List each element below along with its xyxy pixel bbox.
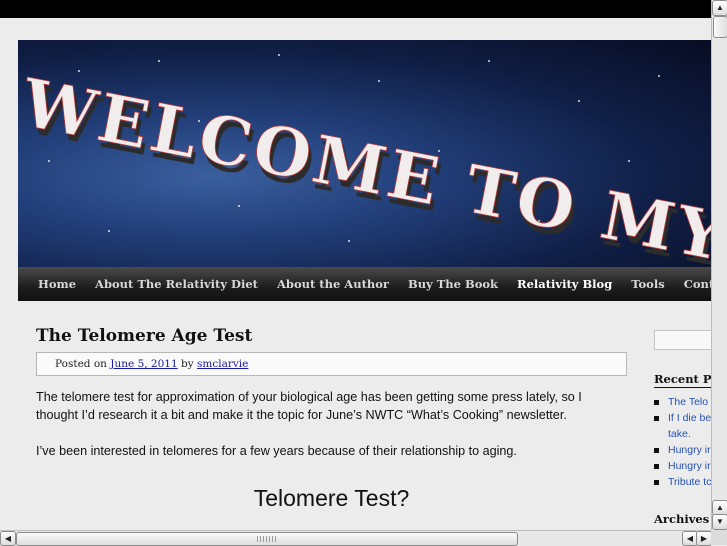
- horizontal-scroll-thumb[interactable]: [16, 532, 518, 546]
- nav-contact[interactable]: Contact: [684, 277, 711, 291]
- archives-heading: Archives: [654, 512, 710, 526]
- nav-about-author[interactable]: About the Author: [277, 277, 389, 291]
- welcome-banner-text: WELCOME TO MY W WELCOME TO MY W: [18, 63, 711, 267]
- top-black-bar: [0, 0, 711, 18]
- meta-prefix: Posted on: [55, 358, 107, 370]
- horizontal-scrollbar[interactable]: ◀ ◀ ▶: [0, 530, 712, 546]
- recent-posts-list: The Telo If I die be take. Hungry ir Hung…: [654, 394, 711, 490]
- post-paragraph-2: I’ve been interested in telomeres for a …: [36, 444, 517, 458]
- grip-icon: [257, 536, 277, 542]
- main-navigation: Home About The Relativity Diet About the…: [18, 267, 711, 301]
- nav-about-relativity-diet[interactable]: About The Relativity Diet: [95, 277, 258, 291]
- nav-home[interactable]: Home: [38, 277, 76, 291]
- nav-tools[interactable]: Tools: [631, 277, 664, 291]
- recent-post-link[interactable]: If I die be take.: [654, 410, 711, 442]
- scroll-right-icon[interactable]: ▶: [696, 531, 712, 546]
- meta-by: by: [181, 358, 194, 370]
- recent-post-link[interactable]: Hungry ir: [654, 458, 711, 474]
- post-section-heading: Telomere Test?: [253, 485, 410, 511]
- recent-post-link[interactable]: Hungry ir: [654, 442, 711, 458]
- post-paragraph-1: The telomere test for approximation of y…: [36, 390, 582, 422]
- scroll-down-icon[interactable]: ▼: [712, 514, 727, 530]
- header-banner: WELCOME TO MY W WELCOME TO MY W: [18, 40, 711, 267]
- scroll-left-icon[interactable]: ◀: [0, 531, 16, 546]
- vertical-scrollbar[interactable]: ▲ ▲ ▼: [711, 0, 727, 530]
- sidebar-search-input[interactable]: [654, 330, 711, 350]
- recent-post-link[interactable]: The Telo: [654, 394, 711, 410]
- scroll-up-icon[interactable]: ▲: [712, 0, 727, 16]
- post-author-link[interactable]: smclarvie: [197, 358, 248, 370]
- recent-posts-heading: Recent Pos: [654, 372, 711, 388]
- post-title: The Telomere Age Test: [36, 326, 253, 346]
- scrollbar-corner: [711, 530, 727, 545]
- nav-buy-book[interactable]: Buy The Book: [408, 277, 498, 291]
- recent-post-link[interactable]: Tribute tc: [654, 474, 711, 490]
- sidebar: Recent Pos The Telo If I die betake. Hun…: [654, 330, 711, 490]
- post-meta: Posted on June 5, 2011 by smclarvie: [36, 352, 627, 376]
- vertical-scroll-thumb[interactable]: [713, 16, 727, 38]
- post-content: The Telomere Age Test Posted on June 5, …: [36, 316, 627, 512]
- nav-relativity-blog[interactable]: Relativity Blog: [517, 277, 612, 291]
- post-date-link[interactable]: June 5, 2011: [110, 358, 177, 370]
- page-viewport: WELCOME TO MY W WELCOME TO MY W Home Abo…: [0, 18, 711, 530]
